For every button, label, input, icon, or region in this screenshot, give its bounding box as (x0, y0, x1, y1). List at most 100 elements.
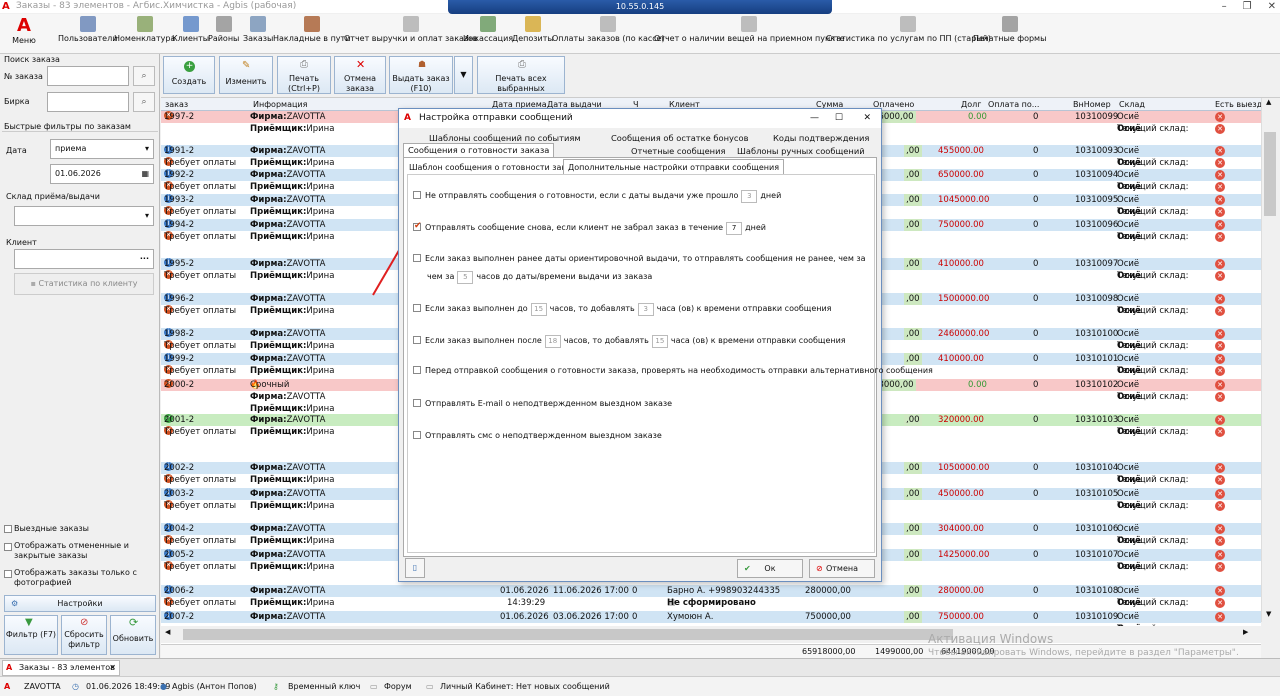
receiver-value: Ирина (306, 182, 335, 192)
subtab-extra-settings[interactable]: Дополнительные настройки отправки сообще… (563, 159, 785, 174)
settings-button[interactable]: ⚙ Настройки (4, 595, 156, 612)
toolbar-item[interactable]: Клиенты (172, 16, 209, 43)
tab-report-messages[interactable]: Отчетные сообщения (631, 146, 725, 156)
toolbar-item[interactable]: Накладные в пути (273, 16, 350, 43)
date-type-select[interactable]: приема ▾ (50, 139, 154, 159)
issue-order-button[interactable]: ☗ Выдать заказ (F10) (389, 56, 453, 94)
dialog-minimize-button[interactable]: — (810, 109, 819, 128)
option5-hour-input[interactable]: 18 (544, 335, 561, 348)
option8-checkbox[interactable] (413, 431, 421, 439)
tab-ready-messages[interactable]: Сообщения о готовности заказа (403, 143, 555, 157)
column-header[interactable]: Склад (1119, 98, 1145, 111)
column-header[interactable]: Есть выезд (1215, 98, 1261, 111)
dialog-maximize-button[interactable]: ☐ (835, 109, 843, 128)
order-search-button[interactable]: ⌕ (133, 66, 155, 86)
subtab-ready-template[interactable]: Шаблон сообщения о готовности заказа (409, 163, 580, 172)
tab-event-templates[interactable]: Шаблоны сообщений по событиям (429, 133, 581, 143)
menu-button[interactable]: A Меню (6, 16, 42, 46)
hscroll-thumb[interactable] (183, 629, 953, 640)
option1-days-input[interactable]: 3 (741, 190, 758, 203)
debt-amount: 750000.00 (938, 612, 984, 622)
dialog-close-button[interactable]: ✕ (863, 109, 871, 128)
option1-checkbox[interactable] (413, 191, 421, 199)
toolbar-item[interactable]: Оплаты заказов (по кассе) (552, 16, 665, 43)
minimize-button[interactable]: – (1222, 0, 1227, 13)
option4-checkbox[interactable] (413, 304, 421, 312)
option3-checkbox[interactable] (413, 254, 421, 262)
print-button[interactable]: ⎙ Печать (Ctrl+P) (277, 56, 331, 94)
date-input[interactable]: 01.06.2026 ▦ (50, 164, 154, 184)
toolbar-item[interactable]: Статистика по услугам по ПП (старый) (826, 16, 991, 43)
toolbar-item[interactable]: Инкассация (463, 16, 513, 43)
column-header[interactable]: Долг (961, 98, 981, 111)
close-button[interactable]: ✕ (1268, 0, 1276, 13)
show-cancelled-checkbox[interactable] (4, 543, 12, 551)
tag-search-button[interactable]: ⌕ (133, 92, 155, 112)
toolbar-item[interactable]: Заказы (243, 16, 273, 43)
maximize-button[interactable]: ❐ (1243, 0, 1252, 13)
rdp-bar[interactable]: 10.55.0.145 (448, 0, 832, 14)
create-button[interactable]: + Создать (163, 56, 215, 94)
option2-days-input[interactable]: 7 (726, 222, 743, 235)
scroll-right-icon[interactable]: ▶ (1243, 628, 1248, 636)
print-all-button[interactable]: ⎙ Печать всех выбранных (477, 56, 565, 94)
paid-amount: ,00 (904, 353, 922, 365)
scroll-up-icon[interactable]: ▲ (1266, 98, 1271, 106)
option4-hour-input[interactable]: 15 (530, 303, 547, 316)
edit-button[interactable]: ✎ Изменить (219, 56, 273, 94)
option5-checkbox[interactable] (413, 336, 421, 344)
reset-filter-button[interactable]: ⊘ Сбросить фильтр (61, 615, 107, 655)
scroll-left-icon[interactable]: ◀ (165, 628, 170, 636)
tab-bonus-messages[interactable]: Сообщения об остатке бонусов (611, 133, 748, 143)
photos-only-checkbox[interactable] (4, 570, 12, 578)
status-cabinet[interactable]: Личный Кабинет: Нет новых сообщений (440, 677, 610, 696)
client-input[interactable]: ··· (14, 249, 154, 269)
issue-dropdown-button[interactable]: ▼ (454, 56, 473, 94)
column-header[interactable]: ВнНомер (1073, 98, 1111, 111)
toolbar-item[interactable]: Печатные формы (973, 16, 1046, 43)
order-number-input[interactable] (47, 66, 129, 86)
status-forum[interactable]: Форум (384, 677, 412, 696)
tab-confirmation-codes[interactable]: Коды подтверждения (773, 133, 869, 143)
toolbar-item[interactable]: Депозиты (512, 16, 554, 43)
dialog-ok-button[interactable]: ✔ Ок (737, 559, 803, 578)
ellipsis-icon[interactable]: ··· (140, 250, 149, 268)
tag-input[interactable] (47, 92, 129, 112)
option2-checkbox[interactable]: ✔ (413, 221, 422, 231)
option5-add-input[interactable]: 15 (651, 335, 668, 348)
vertical-scrollbar[interactable]: ▲ ▼ (1261, 98, 1278, 622)
tab-orders[interactable]: A Заказы - 83 элементов ✕ (2, 660, 120, 676)
tab-manual-templates[interactable]: Шаблоны ручных сообщений (737, 146, 865, 156)
option7-checkbox[interactable] (413, 399, 421, 407)
toolbar-item[interactable]: Районы (208, 16, 239, 43)
client-stats-button[interactable]: ▪ Статистика по клиенту (14, 273, 154, 295)
option4-add-input[interactable]: 3 (637, 303, 654, 316)
warehouse-value: Осиё (1117, 146, 1140, 156)
option3-hours-input[interactable]: 5 (457, 271, 474, 284)
option6-checkbox[interactable] (413, 366, 421, 374)
client-name[interactable]: Барно А. +998903244335 (667, 585, 780, 597)
column-header[interactable]: заказ (165, 98, 188, 111)
device-button[interactable]: ▯ (405, 558, 425, 578)
toolbar-item[interactable]: Пользователи (58, 16, 117, 43)
option3-label: Если заказ выполнен ранее даты ориентиро… (425, 254, 866, 263)
close-icon[interactable]: ✕ (109, 661, 116, 675)
cancel-order-button[interactable]: ✕ Отмена заказа (334, 56, 386, 94)
toolbar-item[interactable]: Отчет о наличии вещей на приемном пункте (654, 16, 845, 43)
filter-button[interactable]: ▼ Фильтр (F7) (4, 615, 58, 655)
refresh-button[interactable]: ⟳ Обновить (110, 615, 156, 655)
dialog-cancel-button[interactable]: ⊘ Отмена (809, 559, 875, 578)
toolbar-item[interactable]: Номенклатура (114, 16, 175, 43)
column-header[interactable]: Оплата по... (988, 98, 1039, 111)
inner-number: 10310106 (1075, 524, 1119, 534)
vscroll-thumb[interactable] (1264, 132, 1276, 216)
horizontal-scrollbar[interactable]: ◀ ▶ (161, 626, 1261, 643)
outgoing-orders-checkbox[interactable] (4, 525, 12, 533)
scroll-down-icon[interactable]: ▼ (1266, 610, 1271, 618)
column-header[interactable]: Информация (253, 98, 307, 111)
warehouse-select[interactable]: ▾ (14, 206, 154, 226)
table-row[interactable]: i 2006-2 ✕ Требует оплаты Фирма: ZAVOTTA Приё… (161, 585, 1261, 611)
client-name[interactable]: Хумоюн А. (667, 611, 713, 623)
toolbar-item[interactable]: Отчет выручки и оплат заказов (344, 16, 478, 43)
calendar-icon[interactable]: ▦ (141, 165, 149, 183)
